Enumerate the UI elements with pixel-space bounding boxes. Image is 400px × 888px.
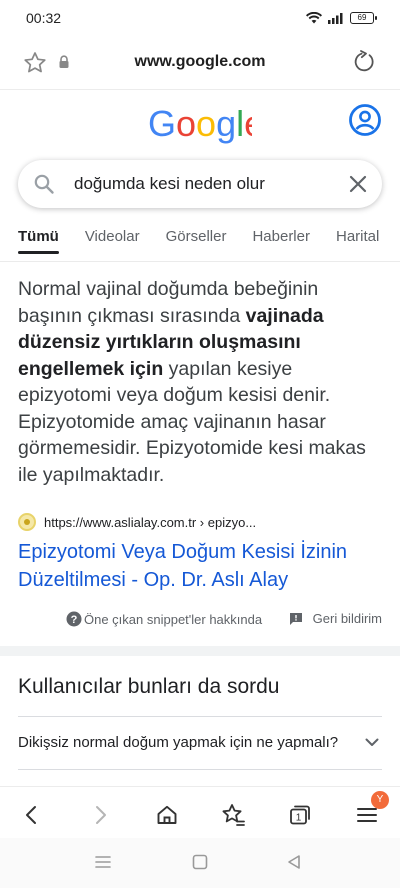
search-icon[interactable] xyxy=(32,172,56,196)
result-source[interactable]: https://www.aslialay.com.tr › epizyo... xyxy=(18,513,256,531)
battery-icon: 69 xyxy=(350,12,377,24)
browser-toolbar: 1 Y xyxy=(0,786,400,838)
source-url[interactable]: https://www.aslialay.com.tr › epizyo... xyxy=(44,515,256,530)
tab-count: 1 xyxy=(296,813,302,824)
people-also-ask-title: Kullanıcılar bunları da sordu xyxy=(18,675,280,698)
feedback-link[interactable]: Geri bildirim xyxy=(289,611,382,626)
paa-question[interactable]: Dikişsiz normal doğum yapmak için ne yap… xyxy=(18,734,382,751)
search-input[interactable] xyxy=(74,160,344,208)
chevron-down-icon[interactable] xyxy=(362,732,382,752)
featured-snippet-text: Normal vajinal doğumda bebeğinin başının… xyxy=(18,276,384,488)
paa-question-text[interactable]: Dikişsiz normal doğum yapmak için ne yap… xyxy=(18,734,338,751)
paa-divider xyxy=(18,716,382,717)
svg-text:Google: Google xyxy=(148,104,252,144)
snippet-footer: ? Öne çıkan snippet'ler hakkında Geri bi… xyxy=(0,611,400,629)
feedback-icon xyxy=(289,612,302,625)
svg-text:?: ? xyxy=(71,614,78,626)
tabs-button[interactable]: 1 xyxy=(286,801,314,829)
signal-icon xyxy=(328,13,343,24)
about-snippets-label[interactable]: Öne çıkan snippet'ler hakkında xyxy=(84,612,262,627)
feedback-label[interactable]: Geri bildirim xyxy=(313,611,382,626)
site-favicon-icon xyxy=(18,513,36,531)
system-navigation-bar xyxy=(0,838,400,888)
wifi-icon xyxy=(306,12,322,24)
tab-all[interactable]: Tümü xyxy=(18,222,59,261)
back-triangle-icon[interactable] xyxy=(286,854,302,870)
forward-arrow-icon xyxy=(96,806,106,824)
address-bar: www.google.com xyxy=(0,36,400,90)
menu-button[interactable]: Y xyxy=(353,791,389,829)
close-icon[interactable] xyxy=(346,172,370,196)
reload-icon[interactable] xyxy=(352,50,376,74)
recents-menu-icon[interactable] xyxy=(94,854,112,870)
back-arrow-icon xyxy=(26,806,36,824)
bookmarks-button[interactable] xyxy=(219,801,247,829)
home-icon xyxy=(157,805,177,824)
forward-button[interactable] xyxy=(86,801,114,829)
status-bar: 00:32 69 xyxy=(0,0,400,36)
tab-maps[interactable]: Harital xyxy=(336,222,379,261)
google-logo[interactable]: Google xyxy=(148,104,252,144)
home-square-icon[interactable] xyxy=(192,854,208,870)
tabs-icon: 1 xyxy=(290,805,310,825)
status-time: 00:32 xyxy=(26,10,62,26)
paa-divider xyxy=(18,769,382,770)
section-divider xyxy=(0,646,400,656)
result-title-link[interactable]: Epizyotomi Veya Doğum Kesisi İzinin Düze… xyxy=(18,538,388,594)
status-icons: 69 xyxy=(306,12,377,24)
account-icon[interactable] xyxy=(348,103,382,137)
tab-news[interactable]: Haberler xyxy=(252,222,310,261)
about-snippets-link[interactable]: ? Öne çıkan snippet'ler hakkında xyxy=(66,611,262,627)
help-icon: ? xyxy=(66,611,82,627)
search-tabs: Tümü Videolar Görseller Haberler Harital xyxy=(0,222,400,262)
bookmarks-star-icon xyxy=(222,804,245,826)
tab-images[interactable]: Görseller xyxy=(166,222,227,261)
menu-badge: Y xyxy=(371,791,389,809)
back-button[interactable] xyxy=(18,801,46,829)
home-button[interactable] xyxy=(153,801,181,829)
search-box[interactable] xyxy=(18,160,382,208)
tab-videos[interactable]: Videolar xyxy=(85,222,140,261)
url-text[interactable]: www.google.com xyxy=(0,53,400,71)
